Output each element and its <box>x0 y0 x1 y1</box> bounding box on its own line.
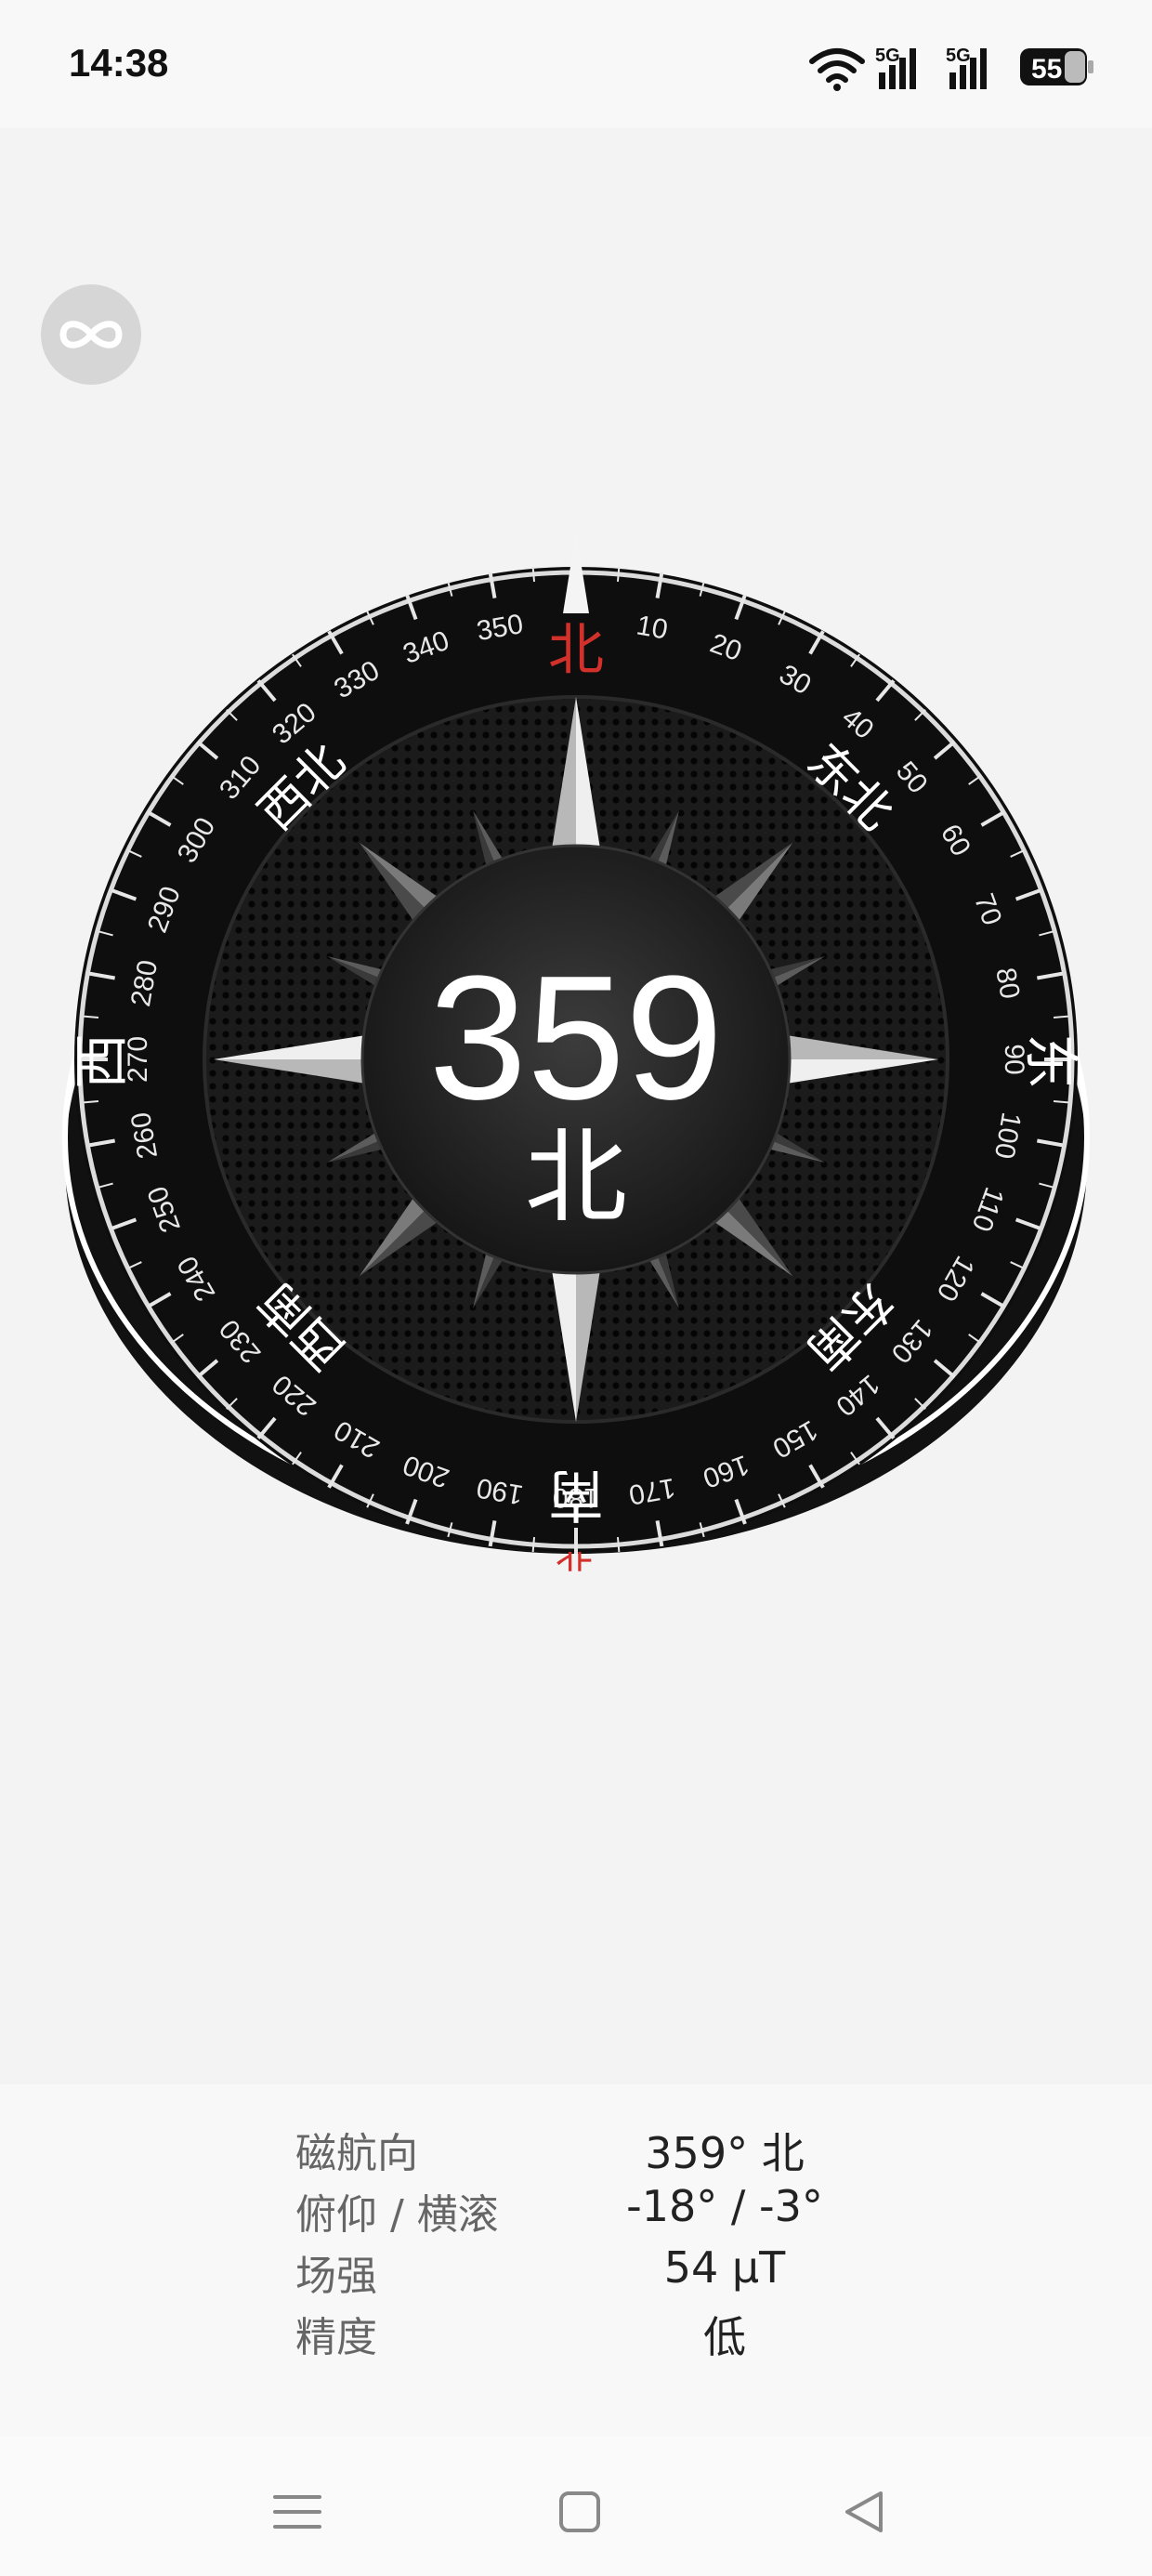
network-type-label: 5G <box>875 46 900 66</box>
degree-label: 80 <box>989 966 1025 1002</box>
compass-dial[interactable]: 北 10203040506070809010011012013014015016… <box>37 520 1133 1636</box>
cardinal-north: 北 <box>548 618 604 683</box>
info-row-field-strength: 场强 54 µT <box>0 2242 1152 2304</box>
loop-button[interactable] <box>41 284 141 385</box>
info-label: 俯仰 / 横滚 <box>295 2191 499 2239</box>
degree-tick <box>1053 1015 1069 1019</box>
battery-icon: 55 <box>1020 48 1093 85</box>
home-button[interactable] <box>552 2484 608 2540</box>
degree-tick <box>1053 1099 1069 1104</box>
home-icon <box>559 2491 600 2532</box>
info-label: 精度 <box>295 2314 377 2361</box>
degree-tick <box>531 1536 536 1553</box>
cardinal-west: 西 <box>70 1033 135 1089</box>
heading-value: 359 <box>428 940 723 1137</box>
info-label: 场强 <box>295 2253 377 2300</box>
heading-hub: 359 北 <box>360 844 792 1275</box>
signal-icon: 5G <box>875 46 916 89</box>
info-value: 359° 北 <box>645 2128 805 2178</box>
menu-icon <box>273 2495 321 2529</box>
signal-icon: 5G <box>946 46 987 89</box>
degree-tick <box>616 1536 621 1553</box>
cardinal-south: 南 <box>548 1462 604 1527</box>
info-value: 54 µT <box>663 2242 786 2293</box>
degree-tick <box>531 566 536 583</box>
degree-tick <box>616 566 621 583</box>
sensor-info-panel: 磁航向 359° 北 俯仰 / 横滚 -18° / -3° 场强 54 µT 精… <box>0 2084 1152 2436</box>
battery-level: 55 <box>1031 54 1062 85</box>
info-value: -18° / -3° <box>626 2181 823 2231</box>
status-bar: 14:38 5G 5G 55 <box>0 0 1152 128</box>
infinity-icon <box>59 321 123 348</box>
info-value: 低 <box>703 2312 746 2362</box>
heading-direction: 北 <box>525 1118 627 1237</box>
info-row-pitch-roll: 俯仰 / 横滚 -18° / -3° <box>0 2181 1152 2242</box>
back-button[interactable] <box>836 2484 892 2540</box>
cardinal-east: 东 <box>1017 1033 1082 1089</box>
status-time: 14:38 <box>69 41 169 85</box>
menu-button[interactable] <box>269 2484 325 2540</box>
status-icons: 5G 5G 55 <box>808 41 1096 93</box>
network-type-label: 5G <box>946 46 971 66</box>
system-nav-bar <box>0 2436 1152 2576</box>
wifi-icon <box>809 48 865 91</box>
info-label: 磁航向 <box>295 2130 418 2177</box>
degree-tick <box>83 1015 99 1019</box>
degree-label: 10 <box>635 610 671 645</box>
info-row-heading: 磁航向 359° 北 <box>0 2120 1152 2181</box>
degree-tick <box>83 1099 99 1104</box>
back-icon <box>845 2491 883 2532</box>
info-row-accuracy: 精度 低 <box>0 2304 1152 2365</box>
